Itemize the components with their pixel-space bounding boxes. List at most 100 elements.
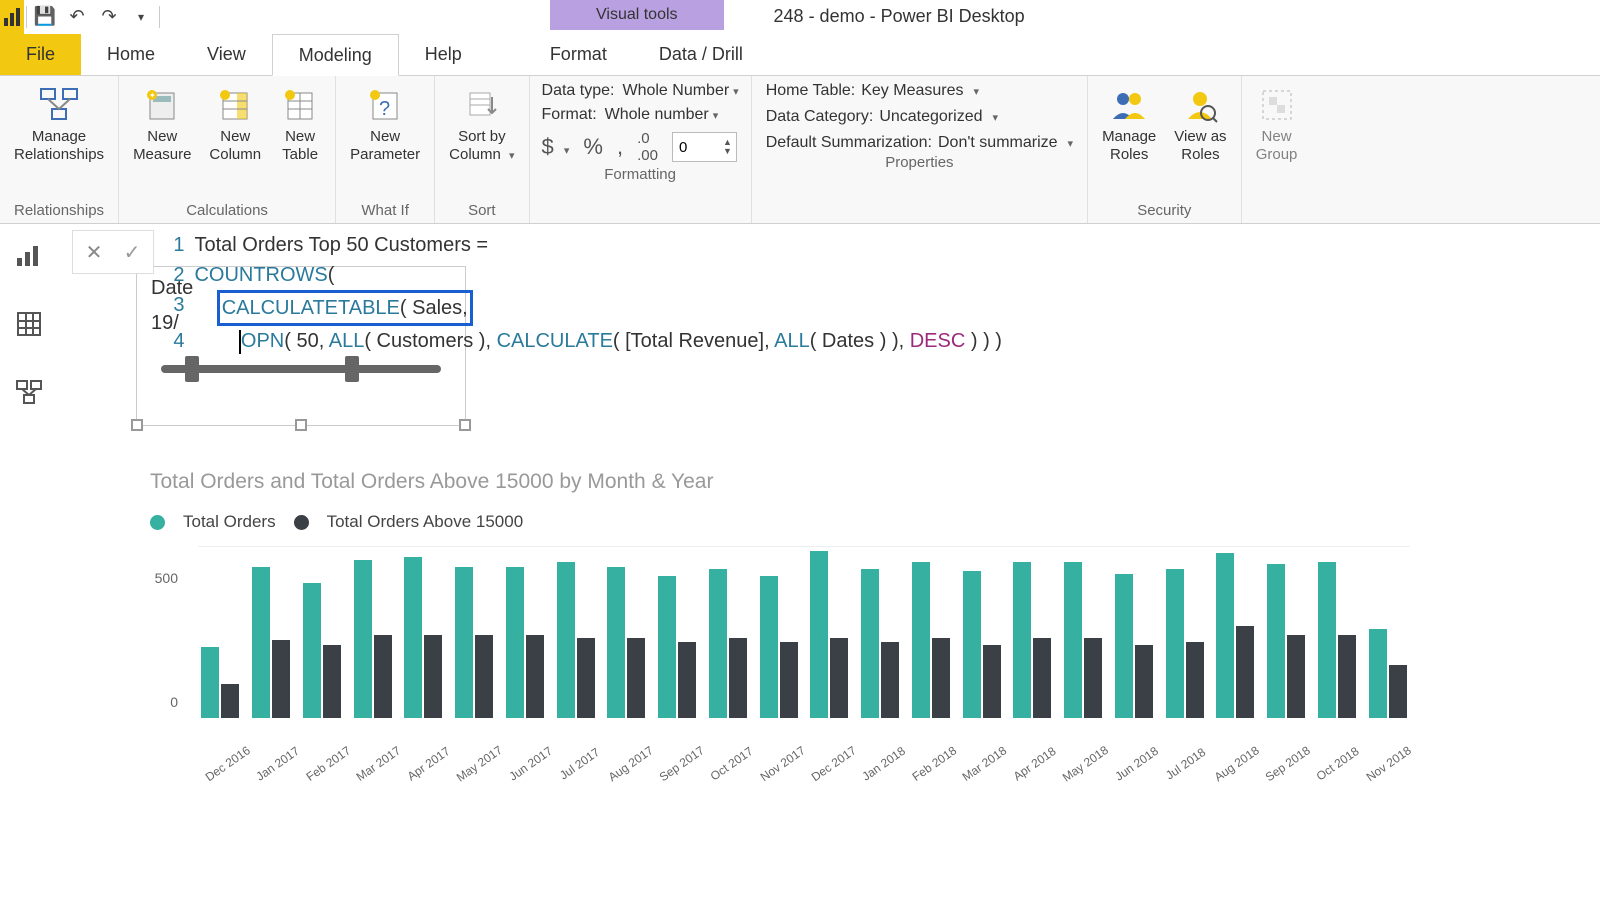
- bar: [272, 640, 290, 718]
- bar-cluster: [1315, 562, 1360, 718]
- qat-customize-icon[interactable]: ▾: [125, 1, 157, 33]
- x-tick: Dec 2017: [809, 743, 859, 784]
- slider-handle-start[interactable]: [185, 356, 199, 382]
- bar: [658, 576, 676, 718]
- bar: [881, 642, 899, 718]
- x-tick: Feb 2017: [303, 743, 353, 784]
- tab-format[interactable]: Format: [524, 34, 633, 75]
- legend-label-1: Total Orders: [183, 512, 276, 532]
- bar: [1318, 562, 1336, 718]
- bar-cluster: [401, 557, 446, 718]
- tab-modeling[interactable]: Modeling: [272, 34, 399, 76]
- tab-data-drill[interactable]: Data / Drill: [633, 34, 769, 75]
- group-label: Relationships: [0, 200, 118, 223]
- bar: [303, 583, 321, 718]
- redo-icon[interactable]: ↷: [93, 1, 125, 33]
- bar: [455, 567, 473, 718]
- new-parameter-button[interactable]: ? New Parameter: [344, 80, 426, 166]
- x-tick: Oct 2017: [708, 744, 756, 784]
- manage-roles-button[interactable]: Manage Roles: [1096, 80, 1162, 166]
- bar-cluster: [1010, 562, 1055, 718]
- new-group-button[interactable]: New Group: [1250, 80, 1304, 166]
- model-view-icon[interactable]: [11, 374, 47, 410]
- bar: [963, 571, 981, 718]
- chart-title: Total Orders and Total Orders Above 1500…: [150, 470, 1410, 494]
- data-view-icon[interactable]: [11, 306, 47, 342]
- bar-cluster: [858, 569, 903, 718]
- tab-view[interactable]: View: [181, 34, 272, 75]
- bar: [607, 567, 625, 718]
- x-tick: Jun 2017: [507, 744, 555, 784]
- formula-editor[interactable]: 1Total Orders Top 50 Customers = 2COUNTR…: [168, 230, 1002, 356]
- view-as-roles-button[interactable]: View as Roles: [1168, 80, 1232, 166]
- bar-cluster: [909, 562, 954, 718]
- save-icon[interactable]: 💾: [29, 1, 61, 33]
- commit-formula-icon[interactable]: ✓: [117, 237, 147, 267]
- x-tick: Mar 2017: [354, 743, 404, 784]
- bar-cluster: [452, 567, 497, 718]
- table-icon: [279, 84, 321, 126]
- bar: [1216, 553, 1234, 718]
- datatype-label: Data type:: [542, 82, 615, 100]
- bar: [557, 562, 575, 718]
- x-tick: Sep 2018: [1263, 743, 1313, 784]
- bar: [526, 635, 544, 718]
- bar-cluster: [503, 567, 548, 718]
- percent-button[interactable]: %: [583, 134, 603, 160]
- bar: [1135, 645, 1153, 718]
- report-view-icon[interactable]: [11, 238, 47, 274]
- bar: [1186, 642, 1204, 718]
- new-table-button[interactable]: New Table: [273, 80, 327, 166]
- bar-chart-visual[interactable]: Total Orders and Total Orders Above 1500…: [150, 470, 1410, 746]
- chart-legend: Total Orders Total Orders Above 15000: [150, 512, 1410, 532]
- bar: [1013, 562, 1031, 718]
- tab-home[interactable]: Home: [81, 34, 181, 75]
- undo-icon[interactable]: ↶: [61, 1, 93, 33]
- bar: [1369, 629, 1387, 718]
- tab-help[interactable]: Help: [399, 34, 488, 75]
- resize-grip-icon[interactable]: [131, 419, 143, 431]
- group-sort: Sort by Column ▾ Sort: [435, 76, 529, 223]
- group-security: Manage Roles View as Roles Security: [1088, 76, 1241, 223]
- datatype-dropdown[interactable]: Whole Number▾: [622, 82, 738, 100]
- bar: [810, 551, 828, 718]
- sort-by-column-button[interactable]: Sort by Column ▾: [443, 80, 520, 166]
- bar-cluster: [1365, 629, 1410, 718]
- legend-swatch-1: [150, 515, 165, 530]
- spinner-down-icon[interactable]: ▼: [723, 147, 732, 156]
- thousands-button[interactable]: ,: [617, 134, 623, 160]
- slicer-slider[interactable]: [161, 365, 441, 373]
- decimals-input[interactable]: [673, 137, 719, 158]
- tab-file[interactable]: File: [0, 34, 81, 75]
- measure-icon: ✦: [141, 84, 183, 126]
- resize-grip-icon[interactable]: [459, 419, 471, 431]
- ribbon-tabs: File Home View Modeling Help Format Data…: [0, 34, 1600, 76]
- x-tick: Jul 2018: [1162, 744, 1210, 784]
- bar: [1338, 635, 1356, 718]
- summarization-dropdown[interactable]: Default Summarization: Don't summarize▾: [766, 134, 1073, 152]
- group-relationships: Manage Relationships Relationships: [0, 76, 119, 223]
- home-table-dropdown[interactable]: Home Table: Key Measures▾: [766, 82, 1073, 100]
- bar: [830, 638, 848, 718]
- svg-text:✦: ✦: [149, 91, 156, 100]
- cancel-formula-icon[interactable]: ✕: [79, 237, 109, 267]
- app-icon: [0, 0, 24, 34]
- bar: [1115, 574, 1133, 718]
- slider-handle-end[interactable]: [345, 356, 359, 382]
- x-tick: Feb 2018: [909, 743, 959, 784]
- currency-button[interactable]: $ ▾: [542, 134, 570, 160]
- data-category-dropdown[interactable]: Data Category: Uncategorized▾: [766, 108, 1073, 126]
- decimal-icon[interactable]: .0.00: [637, 130, 658, 164]
- resize-grip-icon[interactable]: [295, 419, 307, 431]
- format-dropdown[interactable]: Whole number▾: [605, 106, 719, 124]
- legend-swatch-2: [294, 515, 309, 530]
- bar: [1389, 665, 1407, 718]
- manage-relationships-button[interactable]: Manage Relationships: [8, 80, 110, 166]
- decimals-spinner[interactable]: ▲▼: [672, 132, 737, 162]
- new-measure-button[interactable]: ✦ New Measure: [127, 80, 197, 166]
- ribbon: Manage Relationships Relationships ✦ New…: [0, 76, 1600, 224]
- bar: [729, 638, 747, 718]
- new-column-button[interactable]: New Column: [203, 80, 267, 166]
- x-tick: Aug 2018: [1211, 743, 1261, 784]
- bar: [1166, 569, 1184, 718]
